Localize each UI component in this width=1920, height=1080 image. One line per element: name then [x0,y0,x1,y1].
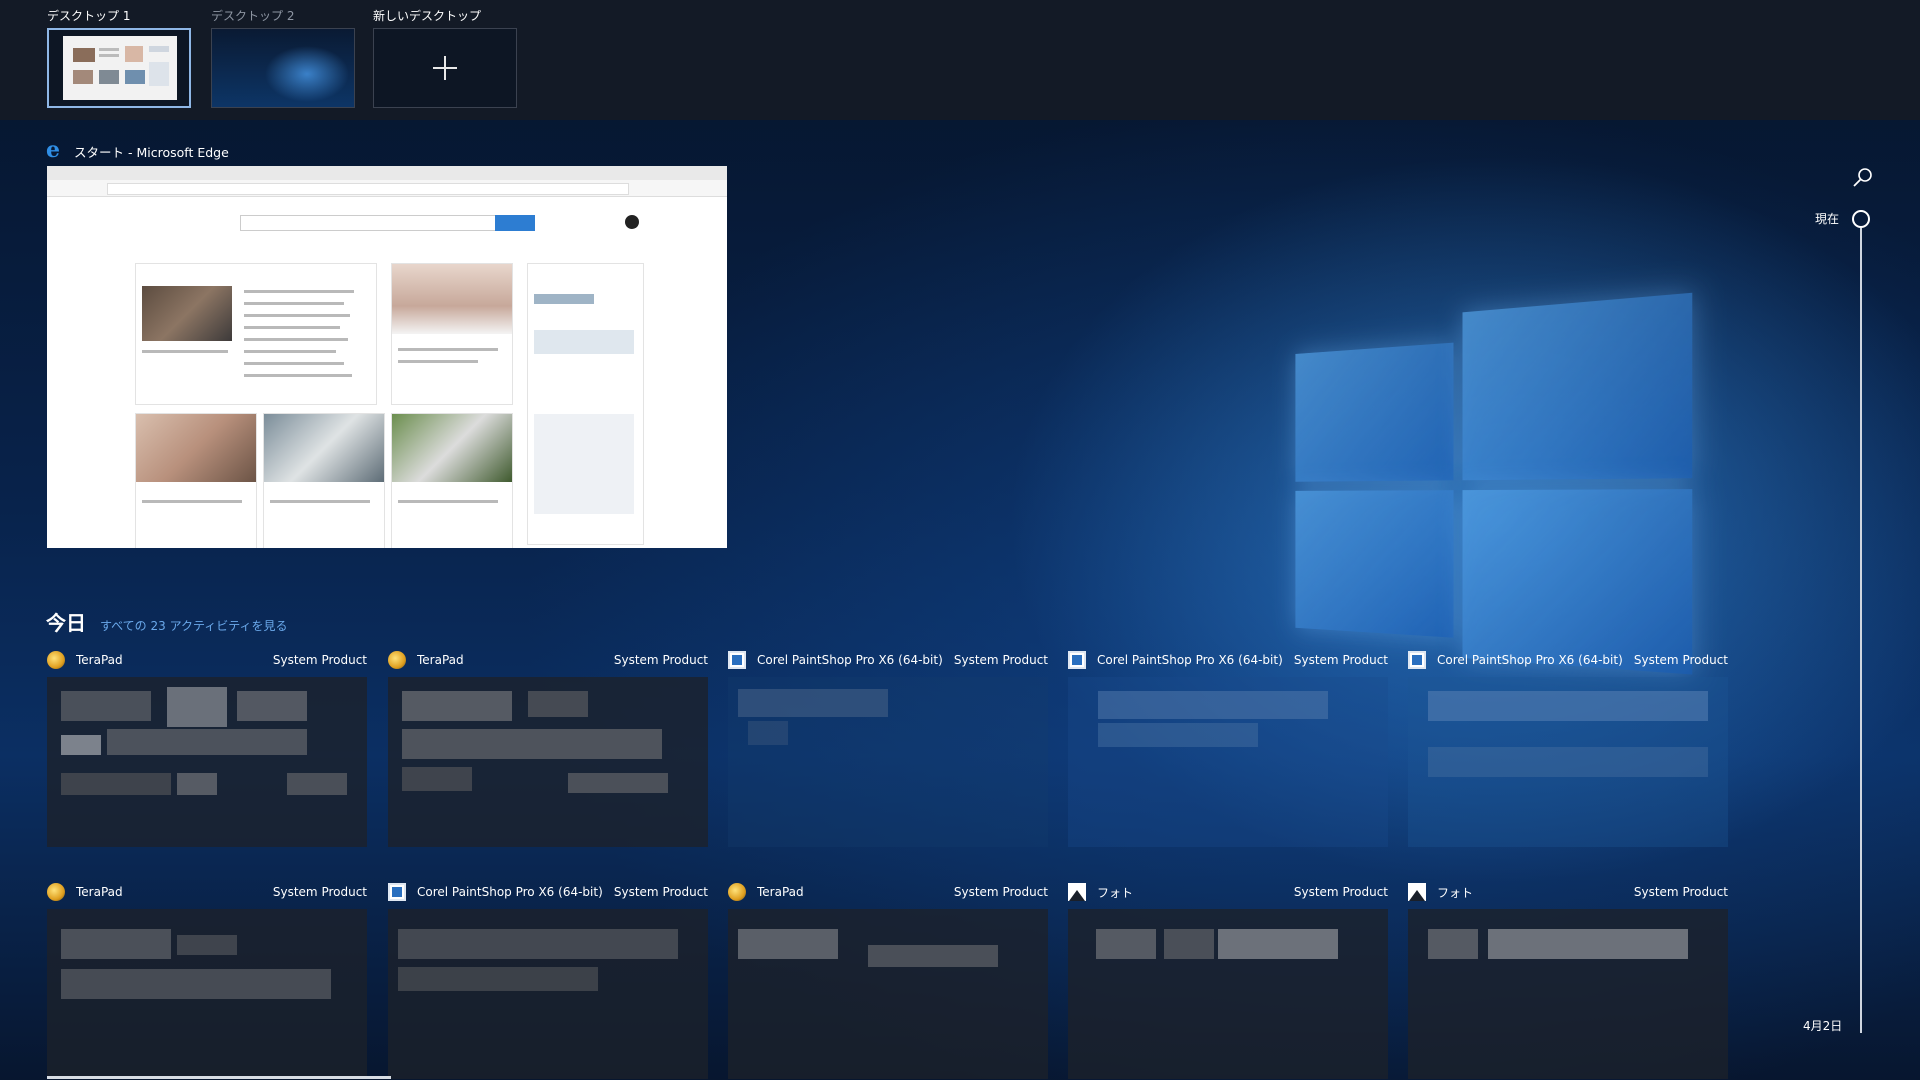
activity-device: System Product [1293,885,1388,899]
activity-header: TeraPad System Product [47,881,367,903]
desktop-2-preview [212,29,354,107]
window-title-text: スタート - Microsoft Edge [74,144,229,160]
desktop-1-preview [63,36,177,100]
activity-device: System Product [613,653,708,667]
activity-card[interactable]: Corel PaintShop Pro X6 (64-bit) System P… [1068,649,1388,847]
avatar [625,215,639,229]
activity-device: System Product [1633,653,1728,667]
browser-tab-bar [47,166,727,180]
photos-icon [1408,883,1426,901]
activity-thumbnail [1068,909,1388,1079]
activity-thumbnail [388,677,708,847]
corel-paintshop-icon [728,651,746,669]
activity-thumbnail [388,909,708,1079]
activity-card[interactable]: Corel PaintShop Pro X6 (64-bit) System P… [1408,649,1728,847]
activity-device: System Product [613,885,708,899]
activity-header: フォト System Product [1068,881,1388,903]
desktop-2-thumbnail[interactable] [211,28,355,108]
activity-app-name: フォト [1437,885,1474,900]
activity-header: フォト System Product [1408,881,1728,903]
news-card [135,263,377,405]
activity-device: System Product [272,653,367,667]
activity-app-name: TeraPad [417,653,464,667]
activity-device: System Product [272,885,367,899]
window-title[interactable]: e スタート - Microsoft Edge [46,137,229,163]
activity-header: Corel PaintShop Pro X6 (64-bit) System P… [388,881,708,903]
activity-device: System Product [1633,885,1728,899]
browser-page-search-button [495,215,535,231]
activity-app-name: Corel PaintShop Pro X6 (64-bit) [417,885,603,899]
activity-app-name: Corel PaintShop Pro X6 (64-bit) [757,653,943,667]
corel-paintshop-icon [1408,651,1426,669]
edge-icon: e [46,137,60,163]
activity-thumbnail [728,677,1048,847]
activity-header: Corel PaintShop Pro X6 (64-bit) System P… [1068,649,1388,671]
activity-thumbnail [47,677,367,847]
plus-icon [433,56,457,80]
news-card [135,413,257,548]
activity-header: Corel PaintShop Pro X6 (64-bit) System P… [728,649,1048,671]
timeline-now-marker[interactable] [1852,210,1870,228]
new-desktop[interactable]: 新しいデスクトップ [373,8,517,108]
terapad-icon [47,651,65,669]
new-desktop-button[interactable] [373,28,517,108]
browser-address-bar [47,180,727,197]
activity-thumbnail [1408,677,1728,847]
see-all-activities-link[interactable]: すべての 23 アクティビティを見る [100,617,288,634]
virtual-desktops-bar: デスクトップ 1 デスクトップ 2 新しいデスクトップ [0,0,1920,120]
photos-icon [1068,883,1086,901]
window-preview[interactable] [47,166,727,548]
corel-paintshop-icon [388,883,406,901]
desktop-2[interactable]: デスクトップ 2 [211,8,355,108]
activity-app-name: TeraPad [76,885,123,899]
activity-card[interactable]: Corel PaintShop Pro X6 (64-bit) System P… [728,649,1048,847]
timeline-now-label: 現在 [1815,212,1840,226]
activity-thumbnail [728,909,1048,1079]
activity-card[interactable]: フォト System Product [1068,881,1388,1079]
desktop-1-label: デスクトップ 1 [47,9,131,23]
activity-header: Corel PaintShop Pro X6 (64-bit) System P… [1408,649,1728,671]
terapad-icon [728,883,746,901]
news-card [391,263,513,405]
activity-header: TeraPad System Product [728,881,1048,903]
news-card [391,413,513,548]
activity-thumbnail [1408,909,1728,1079]
search-icon[interactable] [1852,166,1874,188]
timeline-date-label: 4月2日 [1803,1019,1843,1033]
activity-device: System Product [1293,653,1388,667]
timeline-section-title: 今日 [46,611,86,635]
activity-device: System Product [953,653,1048,667]
activity-app-name: TeraPad [76,653,123,667]
terapad-icon [47,883,65,901]
activity-app-name: フォト [1097,885,1134,900]
activity-card[interactable]: TeraPad System Product [388,649,708,847]
activity-app-name: Corel PaintShop Pro X6 (64-bit) [1097,653,1283,667]
browser-page-search [240,215,497,231]
weather-card [527,263,644,545]
activity-card[interactable]: フォト System Product [1408,881,1728,1079]
activity-header: TeraPad System Product [47,649,367,671]
timeline-scrollbar[interactable] [1860,228,1862,1033]
activity-app-name: TeraPad [757,885,804,899]
desktop-1-thumbnail[interactable] [47,28,191,108]
activity-thumbnail [1068,677,1388,847]
activity-header: TeraPad System Product [388,649,708,671]
activity-thumbnail [47,909,367,1079]
activity-card[interactable]: TeraPad System Product [47,649,367,847]
terapad-icon [388,651,406,669]
news-card [263,413,385,548]
horizontal-scroll-indicator[interactable] [47,1076,391,1079]
activity-card[interactable]: TeraPad System Product [728,881,1048,1079]
activity-device: System Product [953,885,1048,899]
corel-paintshop-icon [1068,651,1086,669]
desktop-1[interactable]: デスクトップ 1 [47,8,191,108]
timeline-header: 今日 すべての 23 アクティビティを見る [46,607,288,636]
windows-logo-wallpaper [1295,292,1725,688]
activity-card[interactable]: Corel PaintShop Pro X6 (64-bit) System P… [388,881,708,1079]
new-desktop-label: 新しいデスクトップ [373,9,482,23]
desktop-2-label: デスクトップ 2 [211,9,295,23]
activity-app-name: Corel PaintShop Pro X6 (64-bit) [1437,653,1623,667]
activity-card[interactable]: TeraPad System Product [47,881,367,1079]
